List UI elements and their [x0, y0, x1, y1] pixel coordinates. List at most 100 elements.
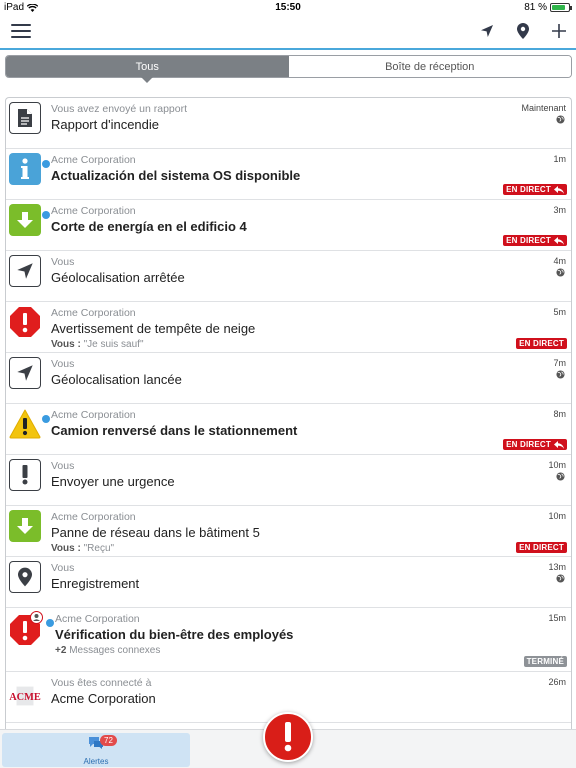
info-icon [9, 153, 41, 185]
item-time: 3m [553, 205, 566, 215]
item-time: 15m [548, 613, 566, 623]
tab-alerts-label: Alertes [83, 757, 109, 766]
acme-logo: ACME [9, 680, 41, 712]
globe-icon [556, 370, 565, 379]
item-title: Avertissement de tempête de neige [51, 321, 256, 336]
exclamation-icon [284, 722, 292, 752]
map-pin-icon[interactable] [514, 22, 532, 40]
status-badge: TERMINÉ [523, 656, 567, 667]
list-item[interactable]: Acme Corporation Actualización del siste… [6, 149, 571, 200]
item-time: 10m [548, 460, 566, 470]
tab-inbox[interactable]: Boîte de réception [288, 56, 571, 77]
item-sender: Vous [51, 562, 75, 574]
item-sender: Acme Corporation [51, 307, 136, 319]
item-time: 4m [553, 256, 566, 266]
list-item[interactable]: Vous Géolocalisation arrêtée 4m [6, 251, 571, 302]
add-icon[interactable] [550, 22, 568, 40]
globe-icon [556, 268, 565, 277]
unread-dot [46, 619, 54, 627]
item-sender: Acme Corporation [55, 613, 140, 625]
location-arrow-icon [9, 255, 41, 287]
item-response: Vous : "Reçu" [51, 543, 114, 554]
item-title: Actualización del sistema OS disponible [51, 168, 301, 183]
globe-icon [556, 472, 565, 481]
related-count: +2 [55, 645, 67, 656]
location-arrow-icon[interactable] [478, 22, 496, 40]
item-related: +2 Messages connexes [55, 645, 160, 656]
list-item[interactable]: Vous Envoyer une urgence 10m [6, 455, 571, 506]
emergency-button[interactable] [263, 712, 313, 762]
arrow-down-icon [9, 204, 41, 236]
status-bar: iPad 15:50 81 % [0, 0, 576, 16]
reply-icon [554, 185, 564, 194]
map-pin-icon [9, 561, 41, 593]
alerts-count-badge: 72 [100, 735, 117, 746]
unread-dot [42, 415, 50, 423]
related-text: Messages connexes [69, 645, 161, 656]
battery-percent: 81 % [524, 2, 547, 13]
item-time: 8m [553, 409, 566, 419]
list-item[interactable]: Acme Corporation Avertissement de tempêt… [6, 302, 571, 353]
warning-icon [9, 408, 41, 440]
item-time: Maintenant [521, 103, 566, 113]
badge-label: EN DIRECT [506, 236, 551, 245]
item-title: Envoyer une urgence [51, 474, 175, 489]
response-label: Vous : [51, 339, 81, 350]
item-title: Enregistrement [51, 576, 140, 591]
response-label: Vous : [51, 543, 81, 554]
item-sender: Vous [51, 256, 75, 268]
item-sender: Acme Corporation [51, 205, 136, 217]
item-sender: Acme Corporation [51, 154, 136, 166]
live-badge: EN DIRECT [516, 338, 567, 349]
unread-dot [42, 211, 50, 219]
nav-bar [0, 16, 576, 48]
list-item[interactable]: Vous Géolocalisation lancée 7m [6, 353, 571, 404]
hamburger-menu-icon[interactable] [11, 24, 31, 39]
item-time: 10m [548, 511, 566, 521]
badge-label: EN DIRECT [506, 440, 551, 449]
stop-alert-icon [9, 306, 41, 338]
battery: 81 % [524, 2, 572, 13]
item-title: Panne de réseau dans le bâtiment 5 [51, 525, 260, 540]
item-title: Vérification du bien-être des employés [55, 627, 294, 642]
tab-alerts[interactable]: 72 Alertes [2, 733, 190, 767]
item-sender: Vous [51, 460, 75, 472]
acme-logo-text: ACME [9, 692, 41, 703]
item-time: 7m [553, 358, 566, 368]
globe-icon [556, 574, 565, 583]
item-time: 1m [553, 154, 566, 164]
item-time: 26m [548, 677, 566, 687]
list-item[interactable]: Vous avez envoyé un rapport Rapport d'in… [6, 98, 571, 149]
item-sender: Vous [51, 358, 75, 370]
response-text: "Reçu" [83, 543, 115, 554]
item-time: 5m [553, 307, 566, 317]
list-item[interactable]: Acme Corporation Panne de réseau dans le… [6, 506, 571, 557]
item-title: Géolocalisation arrêtée [51, 270, 185, 285]
live-badge: EN DIRECT [503, 235, 567, 246]
item-title: Camion renversé dans le stationnement [51, 423, 298, 438]
nav-actions [478, 22, 568, 40]
reply-icon [554, 236, 564, 245]
exclamation-icon [9, 459, 41, 491]
alerts-list: Vous avez envoyé un rapport Rapport d'in… [5, 97, 572, 729]
list-item[interactable]: Acme Corporation Camion renversé dans le… [6, 404, 571, 455]
live-badge: EN DIRECT [503, 439, 567, 450]
arrow-down-icon [9, 510, 41, 542]
item-title: Géolocalisation lancée [51, 372, 182, 387]
battery-icon [550, 3, 572, 12]
document-icon [9, 102, 41, 134]
user-badge-icon [30, 611, 43, 624]
tab-all[interactable]: Tous [6, 56, 289, 83]
live-badge: EN DIRECT [503, 184, 567, 195]
nav-divider [0, 48, 576, 50]
list-item[interactable]: Acme Corporation Vérification du bien-êt… [6, 608, 571, 672]
list-item[interactable]: Acme Corporation Corte de energía en el … [6, 200, 571, 251]
item-sender: Vous avez envoyé un rapport [51, 103, 188, 115]
globe-icon [556, 115, 565, 124]
reply-icon [554, 440, 564, 449]
badge-label: EN DIRECT [519, 543, 564, 552]
item-title: Corte de energía en el edificio 4 [51, 219, 247, 234]
list-item[interactable]: Vous Enregistrement 13m [6, 557, 571, 608]
item-sender: Vous êtes connecté à [51, 677, 152, 689]
item-sender: Acme Corporation [51, 511, 136, 523]
